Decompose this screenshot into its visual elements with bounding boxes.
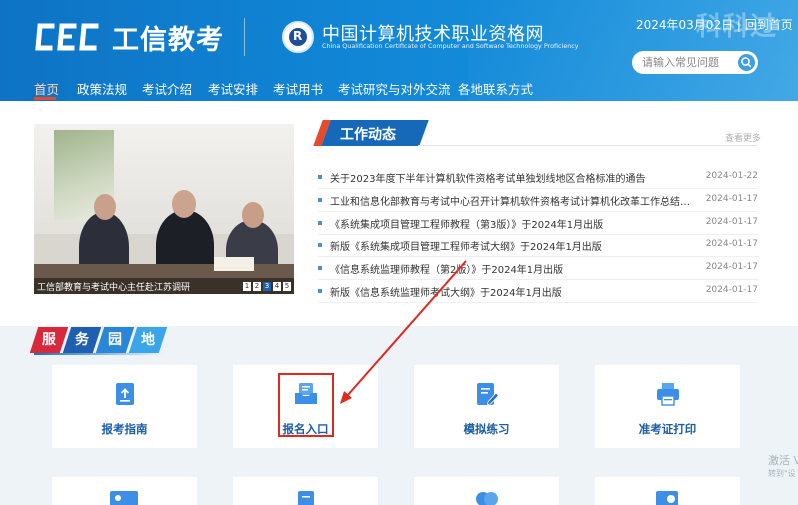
watermark: 科科过 [696,12,778,42]
services-title-char: 园 [108,332,122,348]
slideshow-caption: 工信部教育与考试中心主任赴江苏调研 [37,283,191,293]
news-item-date: 2024-01-17 [705,262,758,272]
document-icon [298,491,314,505]
news-item[interactable]: 新版《系统集成项目管理工程师考试大纲》于2024年1月出版 2024-01-17 [318,235,758,255]
service-card[interactable] [595,477,740,505]
search-button[interactable] [738,54,755,71]
slideshow-page[interactable]: 1 [243,282,251,291]
slideshow-page[interactable]: 5 [283,282,291,291]
news-item-title[interactable]: 《信息系统监理师教程（第2版）》于2024年1月出版 [330,261,690,276]
slideshow-page[interactable]: 2 [253,282,261,291]
site-subtitle: China Qualification Certificate of Compu… [322,42,579,50]
service-card-label: 模拟练习 [463,422,510,436]
slideshow-page[interactable]: 4 [273,282,281,291]
news-item-date: 2024-01-22 [705,171,758,181]
printer-icon [657,383,679,406]
service-card[interactable] [414,477,559,505]
nav-local-contacts[interactable]: 各地联系方式 [458,79,533,98]
services-title-char: 地 [141,332,155,348]
nav-exam-books[interactable]: 考试用书 [273,79,323,98]
nav-exam-schedule[interactable]: 考试安排 [208,79,258,98]
news-header: 工作动态 [313,120,758,146]
upload-doc-icon [116,383,134,405]
view-more-link[interactable]: 查看更多 [725,131,761,144]
news-item-date: 2024-01-17 [705,285,758,295]
slideshow-pager: 1 2 3 4 5 [243,282,291,291]
service-card-admission-ticket-print[interactable]: 准考证打印 [595,365,740,448]
news-item[interactable]: 工业和信息化部教育与考试中心召开计算机软件资格考试计算机化改革工作总结座... … [318,190,758,210]
nav-active-indicator [34,97,56,100]
logo-text: 工信教考 [112,24,224,56]
news-item-title[interactable]: 《系统集成项目管理工程师教程（第3版）》于2024年1月出版 [330,216,690,231]
news-item-title[interactable]: 工业和信息化部教育与考试中心召开计算机软件资格考试计算机化改革工作总结座... [330,193,690,208]
id-card-icon [110,491,138,505]
main-nav: 首页 政策法规 考试介绍 考试安排 考试用书 考试研究与对外交流 各地联系方式 [0,73,798,101]
activation-notice-sub: 转到"设 [768,469,796,478]
services-title-char: 务 [75,332,89,348]
cec-logo-icon [35,23,99,51]
qualification-seal-icon [282,21,314,53]
news-section-title: 工作动态 [340,127,396,143]
edit-doc-icon [477,383,500,405]
header-divider [244,18,245,56]
nav-exam-intro[interactable]: 考试介绍 [142,79,192,98]
news-item-date: 2024-01-17 [705,239,758,249]
service-card-mock-practice[interactable]: 模拟练习 [414,365,559,448]
id-badge-icon [656,491,678,505]
news-item-title[interactable]: 关于2023年度下半年计算机软件资格考试单独划线地区合格标准的通告 [330,170,690,185]
news-item-date: 2024-01-17 [705,194,758,204]
news-item-date: 2024-01-17 [705,217,758,227]
service-card-label: 准考证打印 [638,422,697,436]
services-title-char: 服 [42,332,56,348]
news-item-title[interactable]: 新版《信息系统监理师考试大纲》于2024年1月出版 [330,284,690,299]
news-item[interactable]: 新版《信息系统监理师考试大纲》于2024年1月出版 2024-01-17 [318,281,758,301]
search-icon [741,57,752,68]
service-card-exam-guide[interactable]: 报考指南 [52,365,197,448]
service-card[interactable] [233,477,378,505]
logo[interactable]: 工信教考 [34,20,224,56]
news-slideshow[interactable]: 工信部教育与考试中心主任赴江苏调研 1 2 3 4 5 [34,124,294,294]
user-group-icon [476,492,498,505]
news-item[interactable]: 关于2023年度下半年计算机软件资格考试单独划线地区合格标准的通告 2024-0… [318,167,758,187]
search-box [632,51,758,74]
activation-notice: 激活 V [768,454,798,467]
nav-research-exchange[interactable]: 考试研究与对外交流 [338,79,451,98]
services-section-title: 服 务 园 地 [29,327,168,353]
news-item[interactable]: 《信息系统监理师教程（第2版）》于2024年1月出版 2024-01-17 [318,258,758,278]
nav-policy[interactable]: 政策法规 [77,79,127,98]
news-item[interactable]: 《系统集成项目管理工程师教程（第3版）》于2024年1月出版 2024-01-1… [318,213,758,233]
slideshow-page-active[interactable]: 3 [263,282,271,291]
nav-home[interactable]: 首页 [34,79,59,98]
highlight-box [278,373,334,437]
search-input[interactable] [642,55,732,70]
news-item-title[interactable]: 新版《系统集成项目管理工程师考试大纲》于2024年1月出版 [330,238,690,253]
service-card[interactable] [52,477,197,505]
service-card-label: 报考指南 [101,422,148,436]
